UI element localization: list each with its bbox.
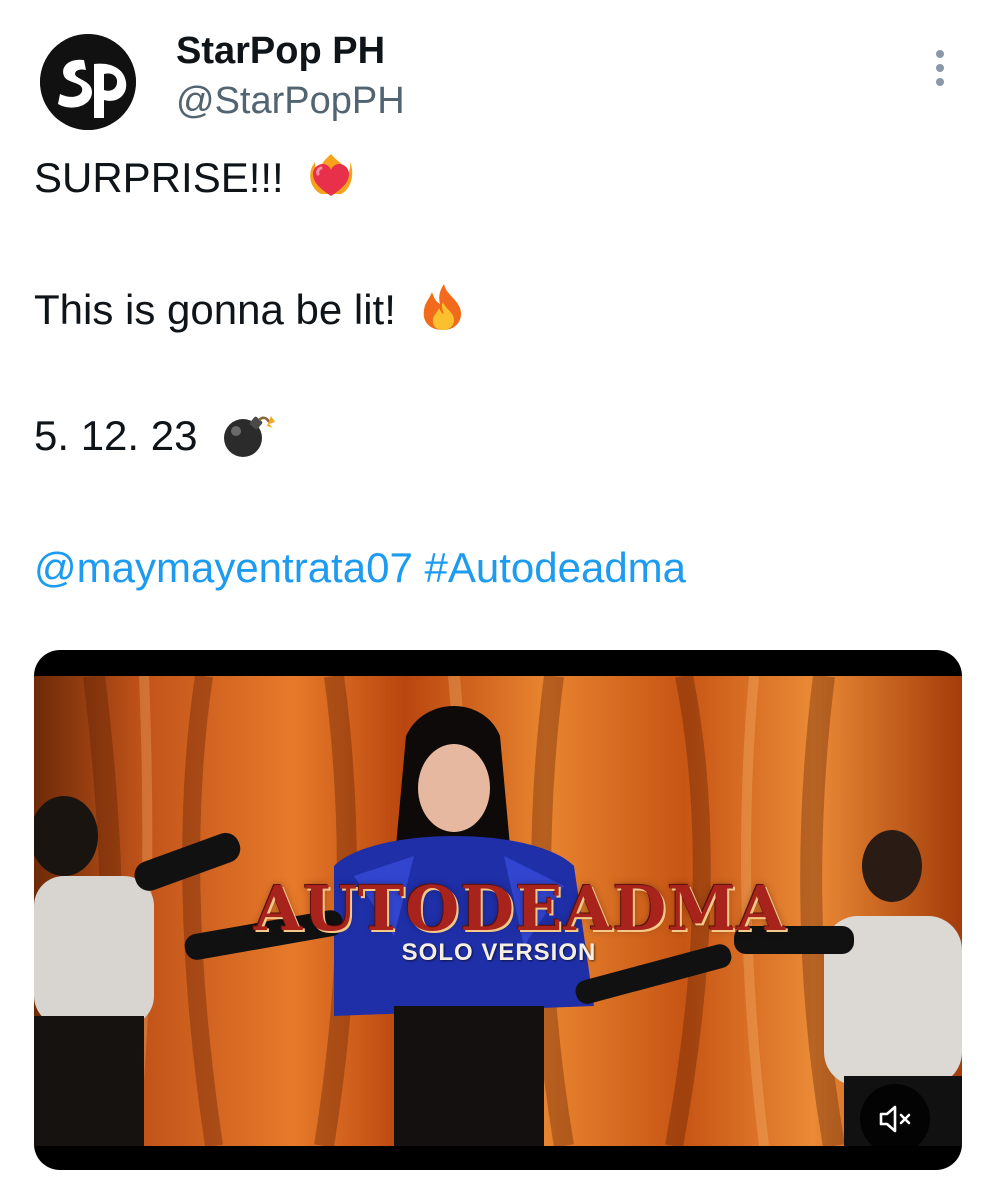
more-dots-icon	[936, 78, 944, 86]
fire-icon	[423, 284, 461, 330]
tweet-text: 5. 12. 23	[34, 412, 198, 459]
tweet-text: SURPRISE!!!	[34, 154, 284, 201]
author-handle[interactable]: @StarPopPH	[176, 80, 405, 123]
unmute-button[interactable]	[860, 1084, 930, 1154]
tweet-text-line: SURPRISE!!!	[34, 152, 355, 202]
video-title-art: AUTODEADMA SOLO VERSION	[254, 872, 786, 967]
starpop-logo	[40, 34, 136, 130]
tweet-links-line: @maymayentrata07 #Autodeadma	[34, 544, 686, 592]
tweet-text: This is gonna be lit!	[34, 286, 396, 333]
more-dots-icon	[936, 50, 944, 58]
hashtag-link[interactable]: #Autodeadma	[424, 544, 686, 591]
more-options-button[interactable]	[922, 46, 958, 90]
bomb-icon	[224, 416, 276, 457]
video-title: AUTODEADMA	[254, 872, 786, 945]
tweet-text-line: This is gonna be lit!	[34, 282, 466, 334]
mention-link[interactable]: @maymayentrata07	[34, 544, 413, 591]
more-dots-icon	[936, 64, 944, 72]
speaker-muted-icon	[879, 1105, 911, 1133]
author-name[interactable]: StarPop PH	[176, 30, 385, 73]
avatar[interactable]	[40, 34, 136, 130]
tweet-text-line: 5. 12. 23	[34, 412, 279, 460]
heart-on-fire-icon	[310, 154, 353, 196]
video-player[interactable]: AUTODEADMA SOLO VERSION	[34, 650, 962, 1170]
video-frame[interactable]: AUTODEADMA SOLO VERSION	[34, 676, 962, 1146]
